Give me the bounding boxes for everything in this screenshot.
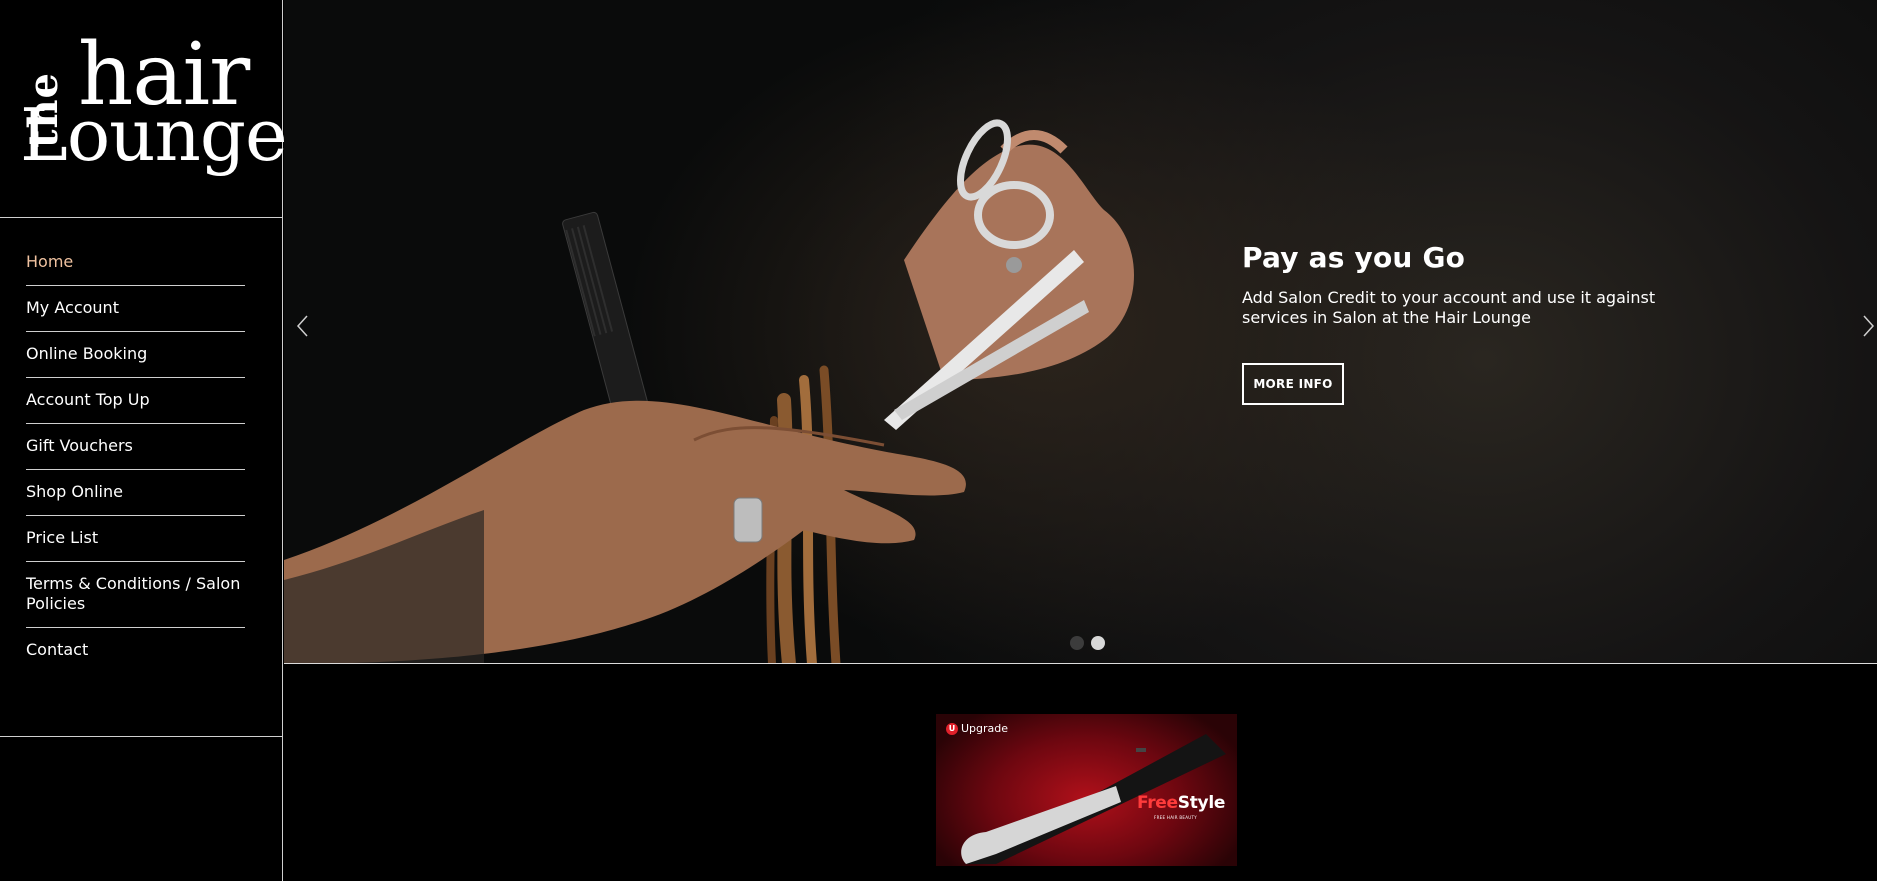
sidebar-bottom-divider: [0, 736, 283, 737]
hero-image: [284, 119, 1134, 663]
chevron-right-icon: [1863, 315, 1875, 337]
nav-item-terms-policies[interactable]: Terms & Conditions / Salon Policies: [26, 562, 245, 628]
logo-lounge: Lounge: [20, 93, 288, 177]
freestyle-product-name: FreeStyle: [1137, 793, 1226, 813]
slide-dot-1[interactable]: [1070, 636, 1084, 650]
nav-item-contact[interactable]: Contact: [26, 628, 245, 673]
nav-item-shop-online[interactable]: Shop Online: [26, 470, 245, 516]
sidebar: the hair Lounge Home My Account Online B…: [0, 0, 288, 881]
hair-straightener-image: [961, 734, 1226, 864]
slide-indicators: [1070, 636, 1105, 650]
next-slide-button[interactable]: [1859, 314, 1877, 338]
hero-slider: Pay as you Go Add Salon Credit to your a…: [284, 0, 1877, 664]
slide-caption: Pay as you Go Add Salon Credit to your a…: [1242, 238, 1702, 328]
main-nav: Home My Account Online Booking Account T…: [26, 240, 245, 673]
left-hand: [284, 400, 966, 663]
freestyle-tagline: FREE HAIR BEAUTY: [1154, 815, 1198, 820]
comb: [562, 211, 651, 424]
freestyle-product-banner[interactable]: U Upgrade FreeStyle FREE HAIR BEAUTY: [936, 714, 1237, 866]
slide-dot-2[interactable]: [1091, 636, 1105, 650]
nav-item-account-top-up[interactable]: Account Top Up: [26, 378, 245, 424]
nav-item-online-booking[interactable]: Online Booking: [26, 332, 245, 378]
slide-text: Add Salon Credit to your account and use…: [1242, 288, 1656, 327]
nav-item-price-list[interactable]: Price List: [26, 516, 245, 562]
sidebar-top-divider: [0, 217, 283, 218]
nav-item-my-account[interactable]: My Account: [26, 286, 245, 332]
slide-title: Pay as you Go: [1242, 241, 1466, 274]
hair-lounge-logo[interactable]: the hair Lounge: [20, 32, 288, 186]
nav-item-gift-vouchers[interactable]: Gift Vouchers: [26, 424, 245, 470]
more-info-button[interactable]: MORE INFO: [1242, 363, 1344, 405]
nav-item-home[interactable]: Home: [26, 240, 245, 286]
chevron-left-icon: [296, 315, 308, 337]
prev-slide-button[interactable]: [294, 314, 314, 338]
